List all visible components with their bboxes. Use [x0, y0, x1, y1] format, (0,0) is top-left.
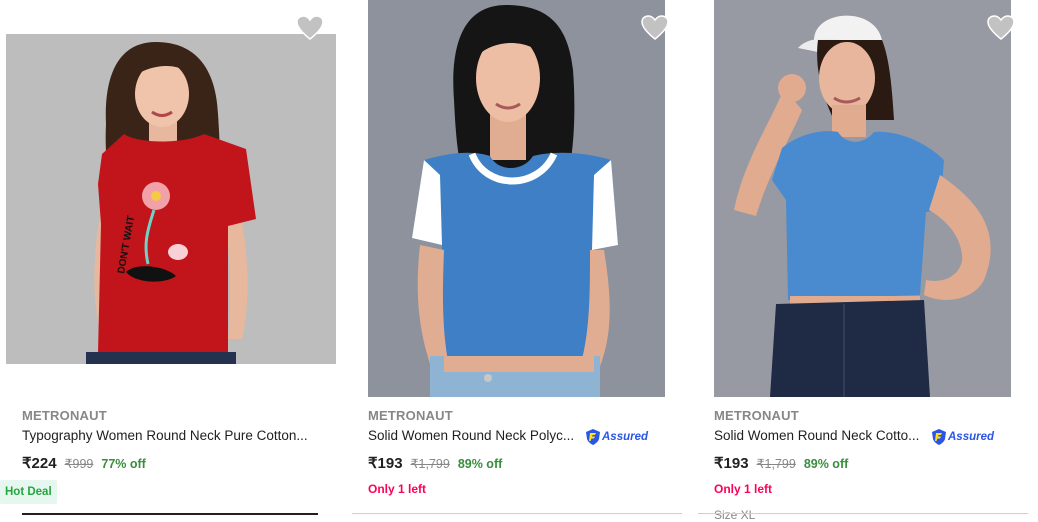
original-price: ₹1,799	[410, 457, 450, 471]
product-title[interactable]: Solid Women Round Neck Polyc...	[368, 428, 582, 443]
hot-deal-badge: Hot Deal	[0, 480, 57, 504]
original-price: ₹1,799	[756, 457, 796, 471]
product-card[interactable]: METRONAUT Solid Women Round Neck Cotto..…	[698, 0, 1028, 522]
wishlist-heart-icon[interactable]	[641, 15, 669, 41]
assured-label: Assured	[602, 431, 649, 443]
stock-alert: Only 1 left	[368, 482, 427, 496]
assured-shield-icon	[586, 429, 600, 445]
size-label: Size XL	[714, 508, 756, 522]
selling-price: ₹224	[22, 455, 57, 472]
product-title[interactable]: Solid Women Round Neck Cotto...	[714, 428, 928, 443]
discount-label: 89% off	[803, 457, 849, 471]
assured-badge: Assured	[586, 428, 648, 446]
product-image[interactable]	[368, 0, 665, 397]
price-row: ₹193 ₹1,799 89% off	[368, 454, 502, 472]
product-card[interactable]: METRONAUT Solid Women Round Neck Polyc..…	[352, 0, 682, 516]
product-title[interactable]: Typography Women Round Neck Pure Cotton.…	[22, 428, 322, 443]
selling-price: ₹193	[714, 455, 749, 472]
assured-badge: Assured	[932, 428, 994, 446]
assured-shield-icon	[932, 429, 946, 445]
stock-alert: Only 1 left	[714, 482, 773, 496]
product-image[interactable]: DON'T WAIT	[6, 34, 336, 364]
product-brand: METRONAUT	[714, 408, 799, 423]
product-image[interactable]	[714, 0, 1011, 397]
original-price: ₹999	[64, 457, 94, 471]
wishlist-heart-icon[interactable]	[987, 15, 1015, 41]
product-brand: METRONAUT	[22, 408, 107, 423]
price-row: ₹193 ₹1,799 89% off	[714, 454, 848, 472]
product-brand: METRONAUT	[368, 408, 453, 423]
divider	[352, 513, 682, 514]
product-card[interactable]: DON'T WAIT METRONAUT Typography Women Ro…	[0, 0, 346, 516]
divider	[22, 513, 318, 515]
discount-label: 89% off	[457, 457, 503, 471]
discount-label: 77% off	[101, 457, 146, 471]
selling-price: ₹193	[368, 455, 403, 472]
assured-label: Assured	[948, 431, 995, 443]
wishlist-heart-icon[interactable]	[296, 15, 324, 41]
price-row: ₹224 ₹999 77% off	[22, 454, 146, 472]
divider	[698, 513, 1028, 514]
